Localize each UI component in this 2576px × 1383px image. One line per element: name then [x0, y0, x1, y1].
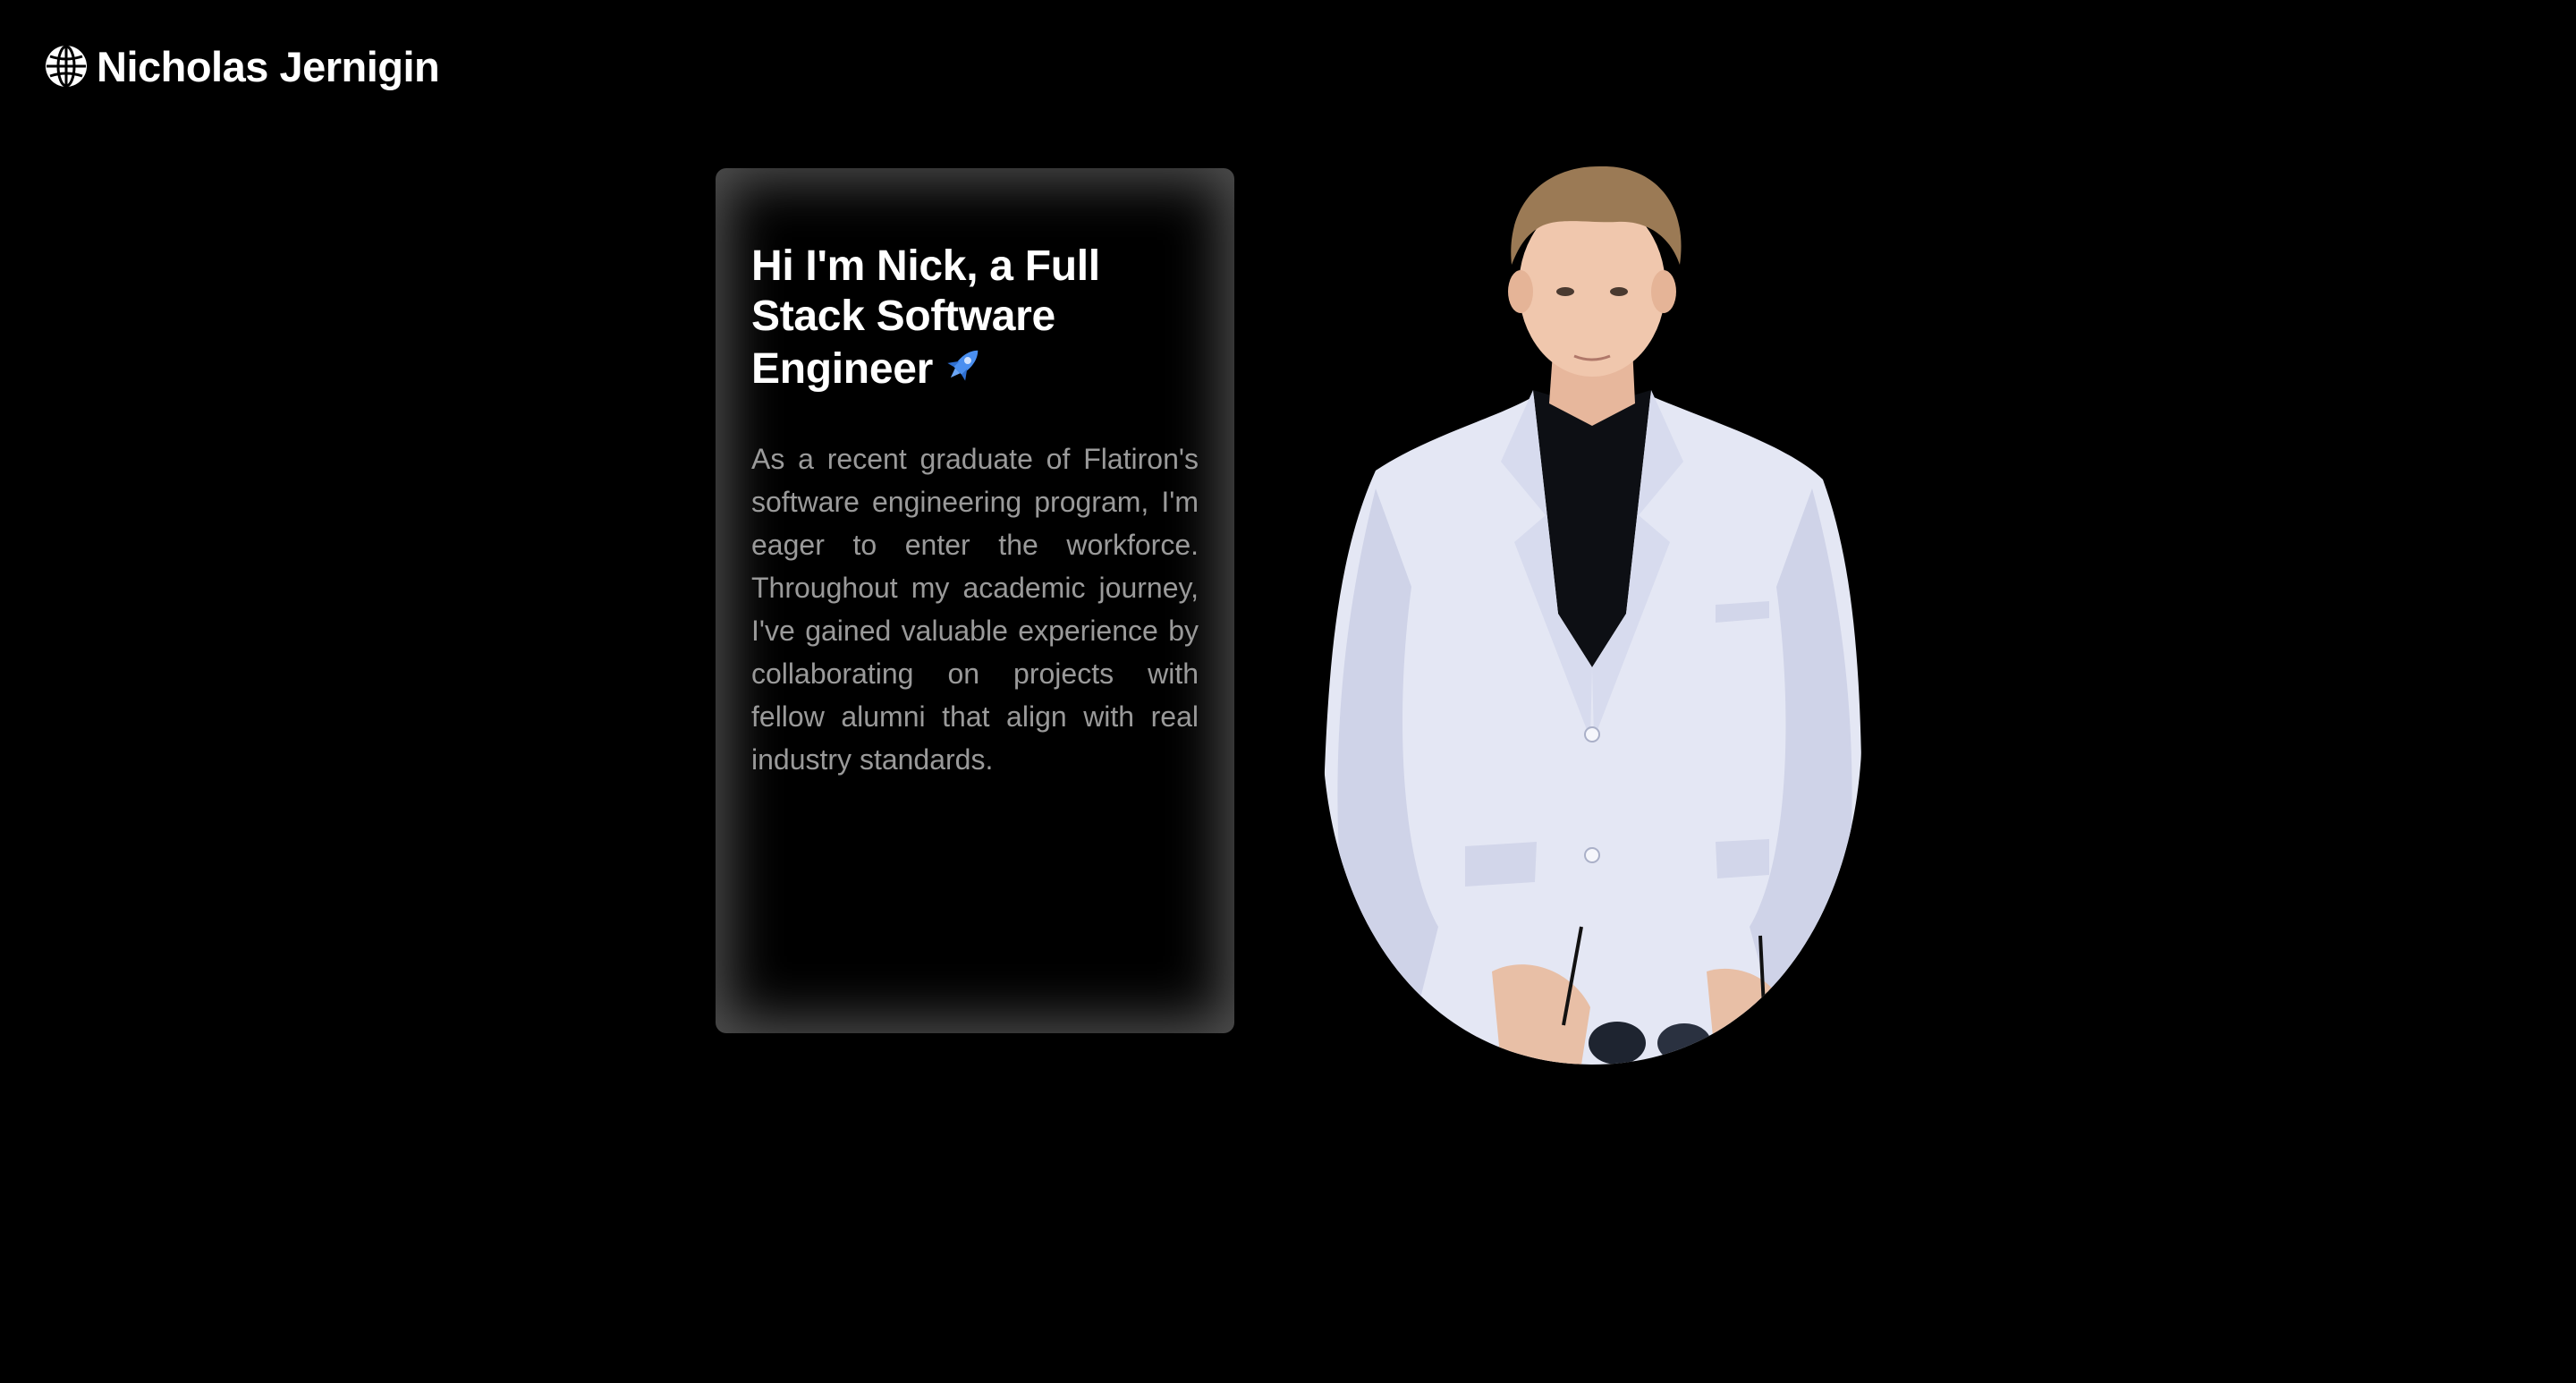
bio-text: As a recent graduate of Flatiron's softw…: [751, 443, 1199, 776]
globe-icon: [45, 45, 88, 88]
intro-card: Hi I'm Nick, a Full Stack Software Engin…: [716, 168, 1234, 1033]
brand-link[interactable]: Nicholas Jernigin: [45, 42, 440, 90]
headline: Hi I'm Nick, a Full Stack Software Engin…: [751, 242, 1199, 400]
rocket-icon: [940, 342, 987, 400]
profile-photo: [1322, 165, 1862, 1065]
headline-text: Hi I'm Nick, a Full Stack Software Engin…: [751, 242, 1100, 393]
brand-name: Nicholas Jernigin: [97, 42, 440, 90]
